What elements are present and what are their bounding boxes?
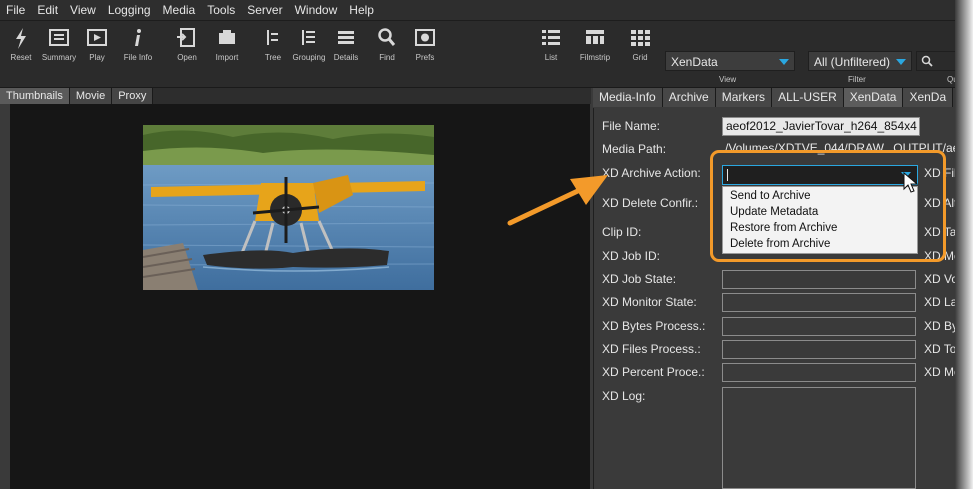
- details-icon: [338, 31, 354, 44]
- xd-percent-processed-field[interactable]: [722, 363, 916, 382]
- chevron-down-icon: [896, 59, 906, 65]
- tab-markers[interactable]: Markers: [715, 88, 773, 107]
- menu-file[interactable]: File: [0, 3, 31, 17]
- menu-edit[interactable]: Edit: [31, 3, 64, 17]
- seaplane-thumbnail[interactable]: [143, 125, 434, 290]
- gear-icon: [415, 29, 435, 46]
- filmstrip-icon: [586, 30, 604, 44]
- menu-media[interactable]: Media: [157, 3, 202, 17]
- menu-server[interactable]: Server: [241, 3, 288, 17]
- view-caption: View: [719, 75, 737, 84]
- filmstrip-button[interactable]: Filmstrip: [573, 25, 617, 62]
- xd-files-processed-field[interactable]: [722, 340, 916, 359]
- tab-xendata-2[interactable]: XenDa: [903, 88, 954, 107]
- tab-media-info[interactable]: Media-Info: [593, 88, 663, 107]
- xd-job-state-label: XD Job State:: [602, 272, 677, 286]
- menu-bar: File Edit View Logging Media Tools Serve…: [0, 0, 973, 21]
- file-info-button[interactable]: File Info: [116, 25, 160, 62]
- details-button[interactable]: Details: [324, 25, 368, 62]
- xd-archive-action-label: XD Archive Action:: [602, 166, 701, 180]
- import-icon: [219, 30, 235, 44]
- file-name-label: File Name:: [602, 119, 661, 133]
- tab-proxy[interactable]: Proxy: [112, 88, 154, 104]
- chevron-down-icon: [779, 59, 789, 65]
- menu-logging[interactable]: Logging: [102, 3, 157, 17]
- xd-monitor-state-label: XD Monitor State:: [602, 295, 697, 309]
- search-icon: [378, 28, 396, 46]
- xd-job-state-field[interactable]: [722, 270, 916, 289]
- open-icon: [177, 28, 195, 47]
- info-icon: [135, 29, 141, 46]
- media-path-label: Media Path:: [602, 142, 667, 156]
- menu-help[interactable]: Help: [343, 3, 380, 17]
- list-button[interactable]: List: [529, 25, 573, 62]
- metadata-tabs: Media-Info Archive Markers ALL-USER XenD…: [593, 88, 973, 107]
- play-icon: [87, 29, 107, 46]
- tab-thumbnails[interactable]: Thumbnails: [0, 88, 70, 104]
- summary-icon: [49, 29, 69, 46]
- tree-icon: [267, 30, 278, 45]
- tab-xendata[interactable]: XenData: [843, 88, 904, 107]
- prefs-button[interactable]: Prefs: [403, 25, 447, 62]
- window-edge-shadow: [955, 0, 973, 489]
- grouping-icon: [302, 30, 315, 45]
- tab-all-user[interactable]: ALL-USER: [772, 88, 844, 107]
- play-button[interactable]: Play: [75, 25, 119, 62]
- xd-bytes-processed-field[interactable]: [722, 317, 916, 336]
- xd-log-label: XD Log:: [602, 389, 646, 403]
- tab-movie[interactable]: Movie: [69, 88, 113, 104]
- flash-icon: [16, 28, 26, 49]
- highlight-ring: [710, 150, 946, 262]
- xd-delete-confirm-label: XD Delete Confir.:: [602, 196, 699, 210]
- view-select[interactable]: XenData: [665, 51, 795, 71]
- menu-window[interactable]: Window: [289, 3, 344, 17]
- mouse-cursor-icon: [903, 172, 919, 193]
- xd-percent-processed-label: XD Percent Proce.:: [602, 365, 705, 379]
- xd-files-processed-label: XD Files Process.:: [602, 342, 701, 356]
- toolbar: Reset Summary Play File Info Open Import…: [0, 21, 973, 88]
- xd-log-field[interactable]: [722, 387, 916, 489]
- search-icon: [921, 55, 933, 67]
- grid-button[interactable]: Grid: [618, 25, 662, 62]
- callout-arrow-icon: [507, 175, 608, 226]
- filter-caption: Filter: [848, 75, 866, 84]
- tab-archive[interactable]: Archive: [662, 88, 716, 107]
- app-window: File Edit View Logging Media Tools Serve…: [0, 0, 973, 489]
- grid-icon: [631, 30, 650, 46]
- xd-job-id-label: XD Job ID:: [602, 249, 661, 263]
- preview-tabs: Thumbnails Movie Proxy: [0, 88, 591, 104]
- xd-bytes-processed-label: XD Bytes Process.:: [602, 319, 706, 333]
- file-name-field[interactable]: aeof2012_JavierTovar_h264_854x4: [722, 117, 920, 136]
- xd-monitor-state-field[interactable]: [722, 293, 916, 312]
- import-button[interactable]: Import: [205, 25, 249, 62]
- menu-tools[interactable]: Tools: [201, 3, 241, 17]
- open-button[interactable]: Open: [165, 25, 209, 62]
- list-icon: [542, 30, 560, 45]
- menu-view[interactable]: View: [64, 3, 102, 17]
- filter-select[interactable]: All (Unfiltered): [808, 51, 912, 71]
